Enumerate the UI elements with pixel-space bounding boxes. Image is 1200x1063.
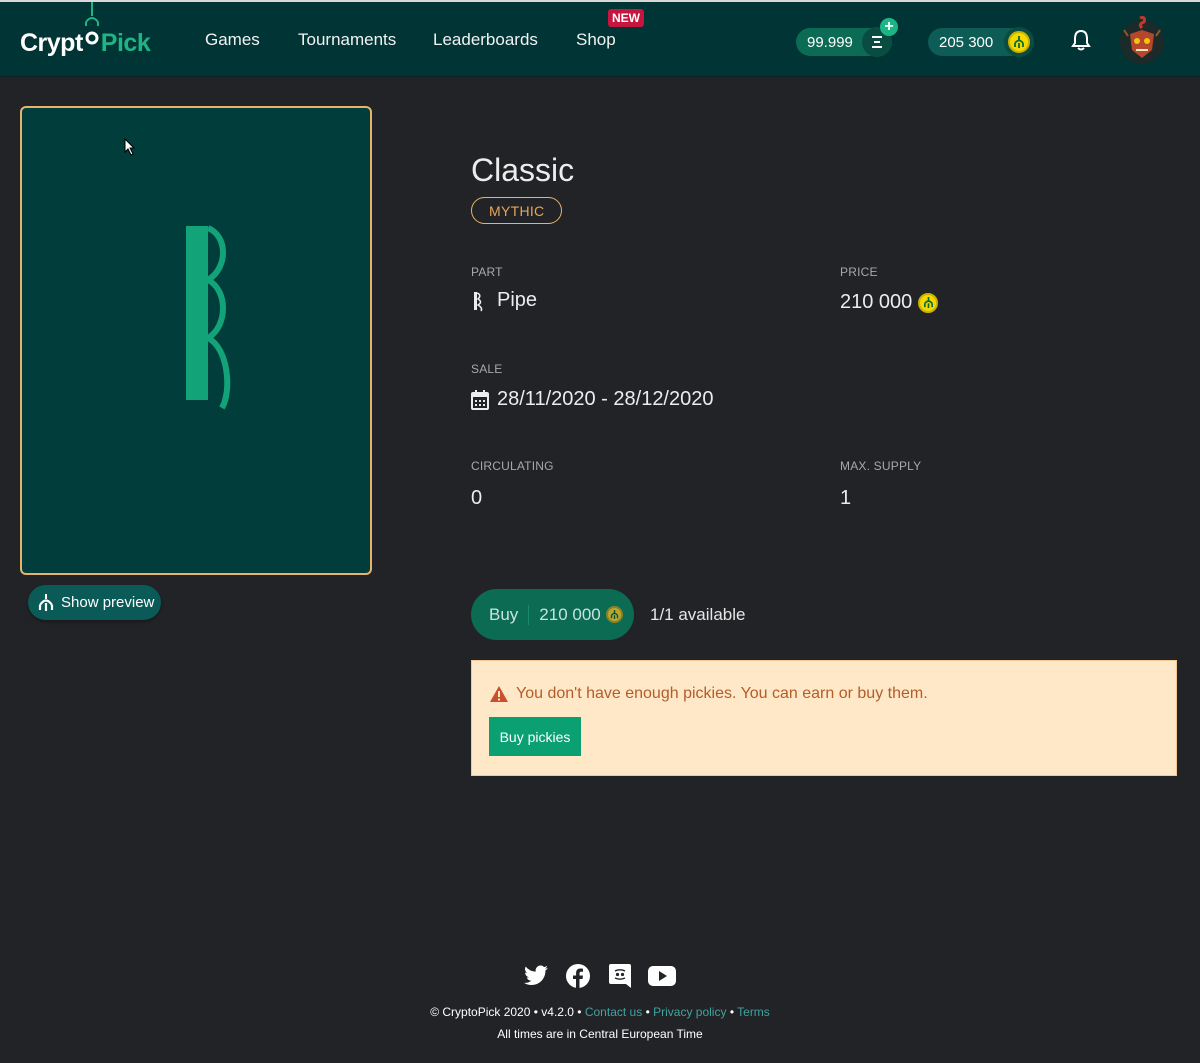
nav-shop[interactable]: Shop [576, 30, 616, 50]
nav-leaderboards[interactable]: Leaderboards [433, 30, 538, 50]
circulating-value: 0 [471, 487, 483, 509]
rarity-badge: MYTHIC [471, 197, 563, 224]
pipe-icon [471, 290, 485, 312]
social-links [522, 962, 676, 990]
logo-text-pick: Pick [100, 29, 151, 57]
item-preview-card [20, 106, 372, 575]
footer-separator: • [729, 1005, 735, 1019]
alert-message: You don't have enough pickies. You can e… [489, 685, 928, 703]
new-badge: NEW [608, 9, 644, 27]
bell-icon[interactable] [1070, 28, 1092, 57]
balance-pill-primary[interactable]: 99.999 [796, 27, 892, 57]
item-title: Classic [471, 152, 575, 188]
balance-pill-pickies[interactable]: 205 300 [928, 27, 1034, 57]
nav-games[interactable]: Games [205, 30, 260, 50]
top-navbar: Crypt Pick Games Tournaments Leaderboard… [0, 0, 1200, 77]
discord-icon[interactable] [606, 962, 634, 990]
sale-label: SALE [471, 362, 503, 376]
logo[interactable]: Crypt Pick [20, 2, 151, 58]
twitter-icon[interactable] [522, 962, 550, 990]
max-supply-label: MAX. SUPPLY [840, 459, 922, 473]
nav-tournaments[interactable]: Tournaments [298, 30, 396, 50]
sale-value: 28/11/2020 - 28/12/2020 [471, 388, 713, 411]
price-value-text: 210 000 [840, 291, 913, 313]
max-supply-value: 1 [840, 487, 852, 509]
price-label: PRICE [840, 265, 878, 279]
footer-links: © CryptoPick 2020 • v4.2.0 • Contact us … [0, 1005, 1200, 1019]
insufficient-funds-alert: You don't have enough pickies. You can e… [471, 660, 1177, 776]
timezone-note: All times are in Central European Time [497, 1027, 703, 1041]
buy-button[interactable]: Buy 210 000 [471, 589, 634, 640]
claw-icon [38, 593, 54, 612]
part-value: Pipe [471, 289, 537, 312]
show-preview-button[interactable]: Show preview [28, 585, 161, 620]
buy-amount-text: 210 000 [539, 604, 601, 624]
youtube-icon[interactable] [648, 962, 676, 990]
claw-icon [84, 2, 99, 58]
show-preview-label: Show preview [61, 594, 155, 611]
buy-pickies-button[interactable]: Buy pickies [489, 717, 581, 756]
circulating-label: CIRCULATING [471, 459, 554, 473]
calendar-icon [471, 389, 489, 411]
copyright-text: © CryptoPick 2020 • v4.2.0 • [430, 1005, 582, 1019]
privacy-policy-link[interactable]: Privacy policy [653, 1005, 726, 1019]
logo-text-crypto: Crypt [20, 29, 83, 57]
balance-primary-value: 99.999 [807, 33, 853, 51]
terms-link[interactable]: Terms [737, 1005, 770, 1019]
balance-pickies-value: 205 300 [939, 33, 994, 51]
pickie-coin-icon [605, 606, 623, 623]
pickie-coin-icon [1004, 27, 1034, 57]
alert-message-text: You don't have enough pickies. You can e… [516, 685, 928, 702]
pickie-coin-icon [918, 292, 939, 313]
price-value: 210 000 [840, 291, 939, 314]
plus-icon[interactable]: + [880, 18, 898, 36]
sale-value-text: 28/11/2020 - 28/12/2020 [497, 388, 714, 410]
facebook-icon[interactable] [564, 962, 592, 990]
buy-button-label: Buy [471, 604, 530, 625]
part-value-text: Pipe [497, 289, 538, 311]
footer-separator: • [645, 1005, 650, 1019]
mouse-cursor [124, 137, 136, 161]
buy-button-amount: 210 000 [529, 604, 623, 625]
availability-text: 1/1 available [650, 605, 746, 624]
contact-us-link[interactable]: Contact us [585, 1005, 642, 1019]
pipe-artwork [186, 225, 231, 410]
mask-avatar[interactable] [1118, 14, 1166, 66]
warning-icon [489, 685, 509, 703]
part-label: PART [471, 265, 503, 279]
